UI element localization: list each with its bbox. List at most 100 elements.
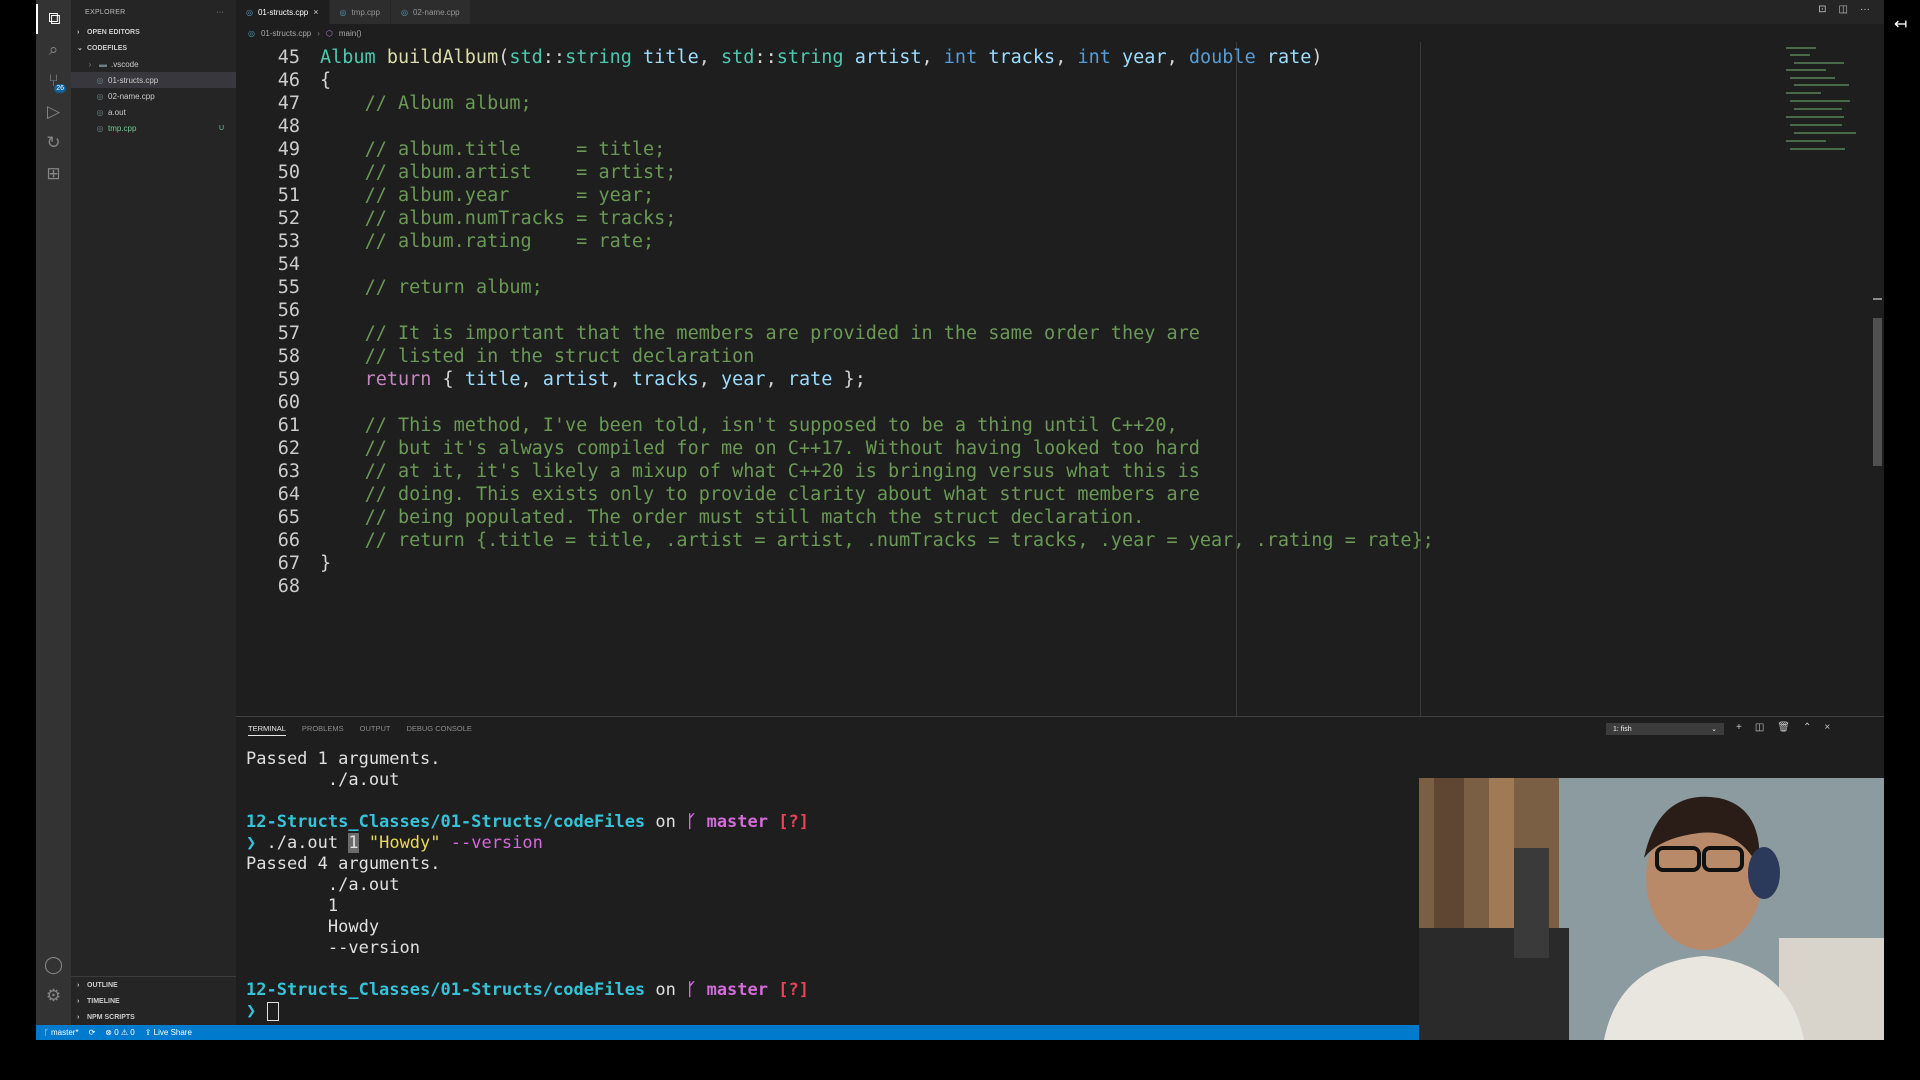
sync-icon[interactable]: ⟳ (89, 1028, 96, 1037)
minimap-line (1790, 77, 1835, 79)
outline-label: OUTLINE (87, 981, 118, 989)
close-panel-icon[interactable]: × (1824, 722, 1830, 733)
breadcrumb: ◎ 01-structs.cpp › ⬡ main() (236, 24, 1884, 42)
chevron-right-icon: › (77, 1013, 80, 1021)
new-terminal-icon[interactable]: + (1736, 722, 1742, 733)
code-token: // album.year = year; (364, 185, 655, 206)
line-number: 68 (277, 576, 300, 597)
editor-scrollbar[interactable] (1873, 318, 1882, 466)
tree-item-label: a.out (108, 107, 126, 117)
prompt-branch: master (706, 980, 768, 1000)
folder-section[interactable]: ⌄ CODEFILES (71, 40, 236, 56)
panel-tab-debug-console[interactable]: DEBUG CONSOLE (406, 724, 471, 736)
prompt-status: [?] (778, 812, 809, 832)
file-icon: ◎ (96, 75, 104, 85)
code-editor[interactable]: 45 Album buildAlbum(std::string title, st… (236, 42, 1836, 716)
code-token: std (509, 47, 543, 68)
folder-icon: ▬ (99, 59, 107, 69)
tree-item-label: tmp.cpp (108, 123, 137, 133)
editor-tabs: ◎ 01-structs.cpp × ◎ tmp.cpp ◎ 02-name.cpp (236, 0, 1884, 24)
code-token: , (609, 369, 632, 390)
code-token: string (776, 47, 844, 68)
tree-file[interactable]: ◎ 02-name.cpp (71, 88, 236, 104)
editor-tab[interactable]: ◎ 01-structs.cpp × (236, 0, 330, 24)
code-token: year (721, 369, 766, 390)
outline-section[interactable]: › OUTLINE (71, 977, 236, 993)
tree-item-label: 02-name.cpp (108, 91, 155, 101)
tree-folder[interactable]: › ▬ .vscode (71, 56, 236, 72)
settings-gear-icon[interactable]: ⚙ (36, 981, 71, 1011)
editor-tab[interactable]: ◎ 02-name.cpp (390, 0, 471, 24)
tree-file[interactable]: ◎ tmp.cpp U (71, 120, 236, 136)
source-control-icon[interactable]: ⑂ 26 (36, 66, 71, 96)
terminal-line: ./a.out (246, 770, 400, 790)
minimap-line (1786, 92, 1821, 94)
panel-tab-terminal[interactable]: TERMINAL (248, 724, 286, 736)
terminal-prompt-line: 12-Structs_Classes/01-Structs/codeFiles … (246, 980, 809, 1001)
status-branch[interactable]: ᚴ master* (44, 1028, 79, 1037)
code-token: rate (1266, 47, 1312, 68)
editor-tab[interactable]: ◎ tmp.cpp (329, 0, 391, 24)
panel-tab-output[interactable]: OUTPUT (360, 724, 391, 736)
explorer-more-button[interactable]: ··· (216, 9, 224, 16)
exit-fullscreen-icon[interactable]: ↤ (1894, 14, 1907, 34)
cpp-file-icon: ◎ (400, 7, 408, 17)
terminal-output[interactable]: Passed 1 arguments. ./a.out 12-Structs_C… (246, 749, 809, 1022)
tree-file[interactable]: ◎ 01-structs.cpp (71, 72, 236, 88)
run-debug-icon[interactable]: ▷ (36, 97, 71, 127)
live-share-icon[interactable]: ↻ (36, 128, 71, 158)
trash-icon[interactable]: 🗑 (1777, 722, 1790, 733)
code-token: { (431, 369, 465, 390)
close-icon[interactable]: × (313, 7, 318, 17)
chevron-right-icon: › (77, 28, 80, 36)
minimap-line (1790, 148, 1845, 150)
extensions-icon[interactable]: ⊞ (36, 159, 71, 189)
breadcrumb-symbol[interactable]: main() (339, 29, 362, 38)
explorer-sidebar: EXPLORER ··· › OPEN EDITORS ⌄ CODEFILES … (71, 0, 236, 1025)
explorer-icon[interactable]: ⧉ (36, 4, 71, 34)
split-editor-icon[interactable]: ◫ (1839, 4, 1848, 15)
chevron-right-icon: › (77, 981, 80, 989)
code-token: tracks (988, 47, 1056, 68)
npm-scripts-section[interactable]: › NPM SCRIPTS (71, 1009, 236, 1025)
tree-file[interactable]: ◎ a.out (71, 104, 236, 120)
code-token: :: (754, 47, 777, 68)
minimap-line (1786, 47, 1816, 49)
tab-label: 01-structs.cpp (257, 7, 309, 17)
code-token: , (698, 369, 722, 390)
cpp-file-icon: ◎ (339, 7, 347, 17)
code-token: std (721, 47, 755, 68)
split-terminal-icon[interactable]: ◫ (1755, 722, 1764, 733)
account-icon[interactable]: ◯ (36, 950, 71, 980)
more-actions-icon[interactable]: ··· (1860, 4, 1870, 15)
code-token: year (1122, 47, 1167, 68)
breadcrumb-file[interactable]: 01-structs.cpp (261, 29, 311, 38)
open-editors-section[interactable]: › OPEN EDITORS (71, 24, 236, 40)
prompt-branch: master (706, 812, 768, 832)
code-token: // return {.title = title, .artist = art… (364, 530, 1434, 551)
terminal-line: Howdy (246, 917, 380, 937)
prompt-symbol: ❯ (246, 1001, 257, 1021)
panel-tab-problems[interactable]: PROBLEMS (302, 724, 344, 736)
minimap[interactable] (1786, 42, 1866, 162)
code-token: , (921, 47, 944, 68)
status-problems[interactable]: ⊗ 0 ⚠ 0 (105, 1028, 134, 1037)
maximize-panel-icon[interactable]: ⌃ (1803, 722, 1811, 733)
search-icon[interactable]: ⌕ (36, 35, 71, 65)
terminal-input-line[interactable]: ❯ (246, 1001, 809, 1022)
code-token: // album.title = title; (364, 139, 666, 160)
explorer-title: EXPLORER (85, 8, 126, 16)
terminal-select[interactable]: 1: fish ⌄ (1606, 723, 1724, 735)
chevron-right-icon: › (77, 997, 80, 1005)
timeline-section[interactable]: › TIMELINE (71, 993, 236, 1009)
code-token: // This method, I've been told, isn't su… (364, 415, 1178, 436)
status-live-share[interactable]: ⇪ Live Share (145, 1028, 192, 1037)
open-changes-icon[interactable]: ⊡ (1818, 4, 1826, 15)
